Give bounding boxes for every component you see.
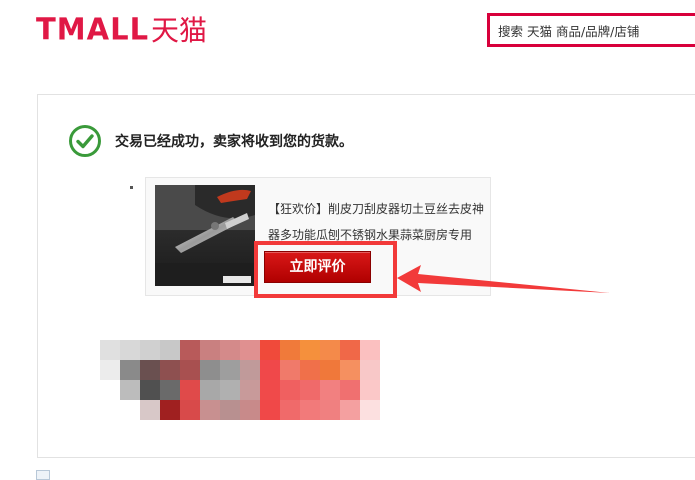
tmall-logo[interactable]: TMALL 天猫 bbox=[36, 11, 208, 47]
search-placeholder: 搜索 天猫 商品/品牌/店铺 bbox=[498, 23, 640, 39]
product-image[interactable] bbox=[155, 185, 255, 286]
annotation-arrow-icon bbox=[397, 265, 610, 293]
pixelated-image bbox=[100, 340, 380, 420]
broken-image-icon bbox=[36, 470, 50, 480]
bullet-dot bbox=[130, 186, 133, 189]
logo-latin-text: TMALL bbox=[36, 11, 150, 47]
check-circle-icon bbox=[69, 125, 101, 157]
status-message: 交易已经成功，卖家将收到您的货款。 bbox=[115, 134, 353, 150]
search-input[interactable]: 搜索 天猫 商品/品牌/店铺 bbox=[487, 13, 695, 47]
review-now-button[interactable]: 立即评价 bbox=[264, 251, 371, 283]
logo-cn-text: 天猫 bbox=[151, 14, 208, 47]
